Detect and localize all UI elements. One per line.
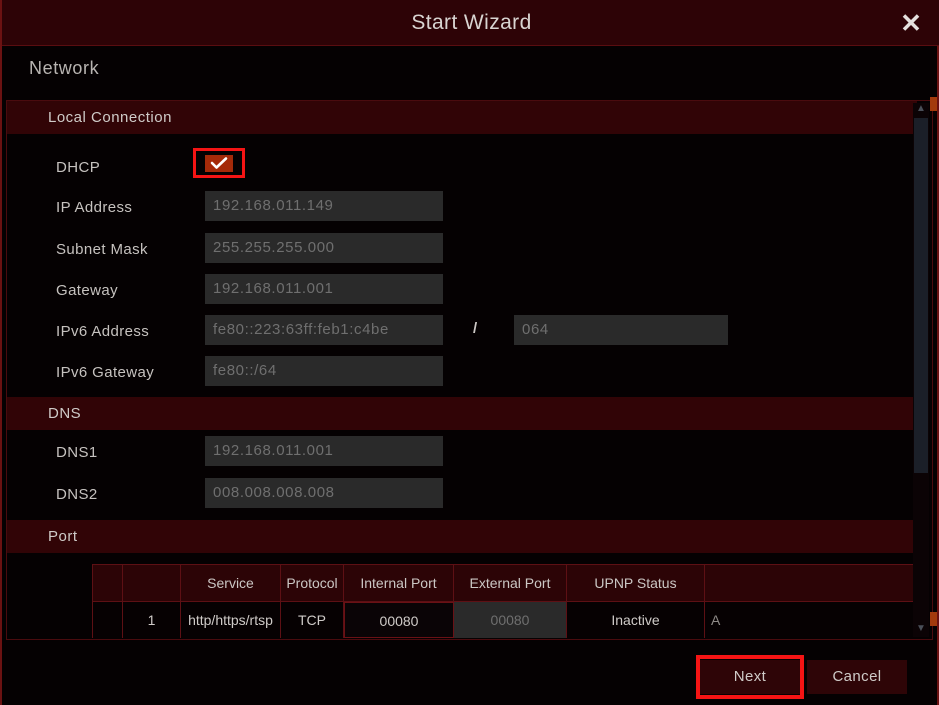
gateway-label: Gateway <box>56 282 118 299</box>
subnet-mask-label: Subnet Mask <box>56 241 148 258</box>
th-external-port: External Port <box>454 565 567 601</box>
frame-scroll-marker-bottom <box>930 612 937 626</box>
ip-address-label: IP Address <box>56 199 133 216</box>
ipv6-gateway-label: IPv6 Gateway <box>56 364 155 381</box>
row-dhcp: DHCP <box>7 148 917 189</box>
dns2-label: DNS2 <box>56 486 98 503</box>
dns2-input[interactable]: 008.008.008.008 <box>205 478 443 508</box>
gateway-input[interactable]: 192.168.011.001 <box>205 274 443 304</box>
close-icon[interactable]: ✕ <box>895 7 927 39</box>
section-header-local-connection-label: Local Connection <box>48 109 172 126</box>
td-upnp-status: Inactive <box>567 602 705 638</box>
td-protocol[interactable]: TCP <box>281 602 344 638</box>
dhcp-checkbox[interactable] <box>193 148 245 178</box>
table-header-row: Service Protocol Internal Port External … <box>93 565 919 601</box>
section-header-dns: DNS <box>7 397 917 430</box>
row-ipv6-address: IPv6 Address fe80::223:63ff:feb1:c4be / … <box>7 313 917 353</box>
subnet-mask-input[interactable]: 255.255.255.000 <box>205 233 443 263</box>
title-bar: Start Wizard ✕ <box>2 0 939 46</box>
scroll-up-arrow-icon[interactable]: ▲ <box>913 103 929 117</box>
td-clipped-column: A <box>711 612 721 628</box>
row-gateway: Gateway 192.168.011.001 <box>7 272 917 312</box>
td-blank-left <box>93 602 123 638</box>
scrollbar-thumb[interactable] <box>914 118 928 473</box>
td-index: 1 <box>123 602 181 638</box>
checkmark-icon <box>205 155 233 172</box>
section-header-port: Port <box>7 520 917 553</box>
row-dns2: DNS2 008.008.008.008 <box>7 476 917 516</box>
dns1-input[interactable]: 192.168.011.001 <box>205 436 443 466</box>
td-external-port-input[interactable]: 00080 <box>454 602 567 638</box>
row-ip-address: IP Address 192.168.011.149 <box>7 189 917 229</box>
th-internal-port: Internal Port <box>344 565 454 601</box>
section-header-local-connection: Local Connection <box>7 101 917 134</box>
frame-scroll-marker-top <box>930 97 937 111</box>
th-protocol: Protocol <box>281 565 344 601</box>
ipv6-address-input[interactable]: fe80::223:63ff:feb1:c4be <box>205 315 443 345</box>
ipv6-gateway-input[interactable]: fe80::/64 <box>205 356 443 386</box>
table-row[interactable]: 1 http/https/rtsp TCP 00080 00080 Inacti… <box>93 601 919 638</box>
ipv6-prefix-separator: / <box>473 320 478 337</box>
ipv6-prefix-length-input[interactable]: 064 <box>514 315 728 345</box>
ipv6-address-label: IPv6 Address <box>56 323 150 340</box>
window-title: Start Wizard <box>411 11 532 34</box>
next-button[interactable]: Next <box>700 660 800 694</box>
th-clipped-column <box>705 565 729 601</box>
th-index <box>123 565 181 601</box>
ip-address-input[interactable]: 192.168.011.149 <box>205 191 443 221</box>
panel-scrollbar[interactable]: ▲ ▼ <box>913 103 929 637</box>
scroll-down-arrow-icon[interactable]: ▼ <box>913 623 929 637</box>
row-ipv6-gateway: IPv6 Gateway fe80::/64 <box>7 354 917 394</box>
page-title: Network <box>29 58 100 78</box>
row-subnet-mask: Subnet Mask 255.255.255.000 <box>7 231 917 271</box>
cancel-button[interactable]: Cancel <box>807 660 907 694</box>
section-header-port-label: Port <box>48 528 78 545</box>
port-table: Service Protocol Internal Port External … <box>92 564 919 638</box>
start-wizard-window: Start Wizard ✕ Network Local Connection … <box>0 0 939 705</box>
row-dns1: DNS1 192.168.011.001 <box>7 434 917 474</box>
td-internal-port-input[interactable]: 00080 <box>344 602 454 638</box>
network-settings-panel: Local Connection DHCP IP Address 192.168… <box>6 100 933 640</box>
th-service: Service <box>181 565 281 601</box>
th-blank-left <box>93 565 123 601</box>
section-header-dns-label: DNS <box>48 405 82 422</box>
th-upnp-status: UPNP Status <box>567 565 705 601</box>
dhcp-label: DHCP <box>56 159 101 176</box>
td-service: http/https/rtsp <box>181 602 281 638</box>
dns1-label: DNS1 <box>56 444 98 461</box>
